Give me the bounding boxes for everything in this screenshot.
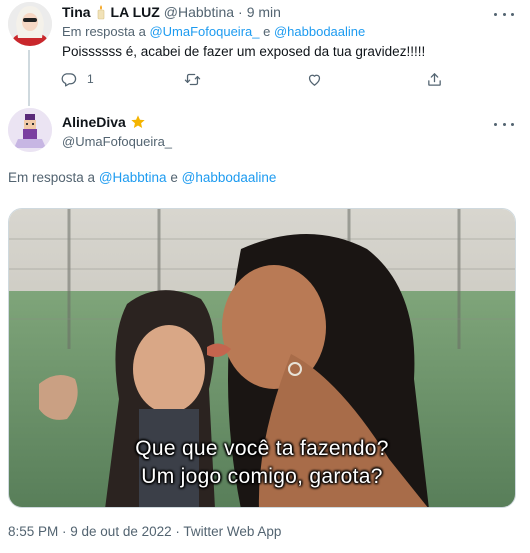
tweet1-text: Poissssss é, acabei de fazer um exposed …	[62, 44, 426, 59]
tweet1-name-suffix: LA LUZ	[110, 4, 160, 20]
share-button[interactable]	[426, 70, 443, 88]
reply-conjunction: e	[263, 24, 271, 39]
reply-count: 1	[87, 72, 94, 86]
tweet1-display-name[interactable]: Tina	[62, 4, 91, 20]
reply-prefix: Em resposta a	[62, 24, 146, 39]
reply-mention-link[interactable]: @UmaFofoqueira_	[149, 24, 259, 39]
retweet-button[interactable]	[184, 70, 201, 88]
reply-prefix: Em resposta a	[8, 170, 96, 185]
tweet-media-image[interactable]: Que que você ta fazendo? Um jogo comigo,…	[8, 208, 516, 508]
reply-button[interactable]: 1	[60, 70, 94, 88]
more-options-icon[interactable]	[494, 116, 514, 132]
tweet2-display-name-row: AlineDiva	[62, 114, 146, 130]
heart-icon	[306, 71, 323, 88]
tweet1-separator: ·	[238, 4, 243, 20]
tweet1-time[interactable]: 9 min	[247, 4, 281, 20]
tweet2-handle[interactable]: @UmaFofoqueira_	[62, 134, 172, 149]
media-caption-line1: Que que você ta fazendo?	[135, 437, 389, 460]
reply-icon	[60, 71, 77, 88]
tweet1-reply-context: Em resposta a @UmaFofoqueira_ e @habboda…	[62, 24, 365, 39]
tweet1-handle[interactable]: @Habbtina	[164, 4, 234, 20]
like-button[interactable]	[306, 70, 323, 88]
reply-mention-link[interactable]: @habbodaaline	[274, 24, 365, 39]
star-icon	[130, 114, 146, 130]
tweet2-reply-context: Em resposta a @Habbtina e @habbodaaline	[8, 170, 276, 185]
alinediva-avatar[interactable]	[8, 108, 52, 152]
tina-avatar[interactable]	[8, 2, 52, 46]
media-scene	[9, 209, 515, 507]
more-options-icon[interactable]	[494, 6, 514, 22]
share-icon	[426, 71, 443, 88]
reply-conjunction: e	[170, 170, 178, 185]
tweet2-display-name[interactable]: AlineDiva	[62, 114, 126, 130]
reply-mention-link[interactable]: @Habbtina	[99, 170, 167, 185]
media-caption-line2: Um jogo comigo, garota?	[141, 465, 383, 488]
candle-icon	[95, 4, 107, 20]
reply-mention-link[interactable]: @habbodaaline	[182, 170, 277, 185]
tweet2-timestamp[interactable]: 8:55 PM · 9 de out de 2022 · Twitter Web…	[8, 524, 281, 539]
thread-line	[28, 50, 30, 106]
retweet-icon	[184, 71, 201, 88]
tweet1-header: Tina LA LUZ @Habbtina · 9 min	[62, 4, 281, 20]
